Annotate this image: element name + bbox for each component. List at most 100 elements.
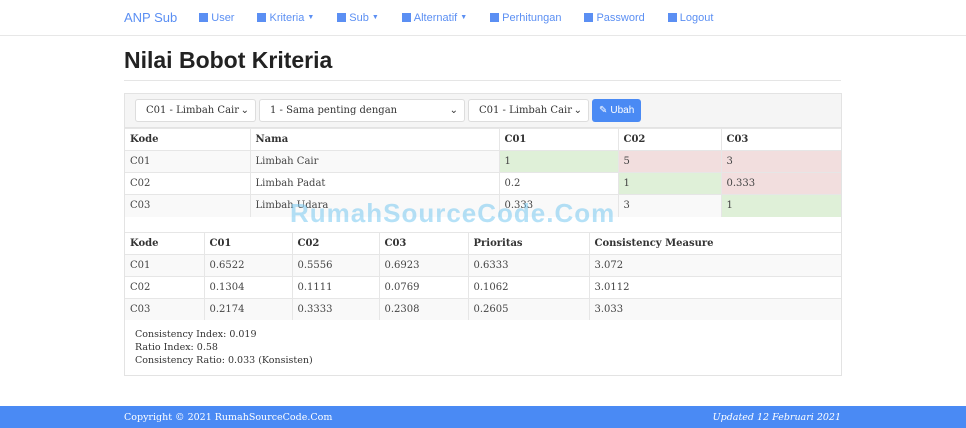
consistency-index: Consistency Index: 0.019	[135, 329, 257, 340]
cell: C02	[125, 275, 204, 298]
normalized-table: Kode C01 C02 C03 Prioritas Consistency M…	[125, 231, 841, 320]
col-header: C02	[617, 128, 721, 151]
cell: 0.1304	[203, 275, 292, 298]
chevron-down-icon: ⌄	[449, 105, 458, 116]
col-header: C01	[498, 128, 618, 151]
col-header: Kode	[125, 128, 250, 151]
table-row: C02 Limbah Padat 0.2 1 0.333	[125, 172, 841, 195]
col-header: C01	[203, 231, 292, 254]
user-icon	[401, 13, 411, 22]
cell: 0.6522	[203, 253, 292, 276]
kriteria2-select[interactable]: C01 - Limbah Cair ⌄	[468, 99, 589, 122]
cell: 5	[617, 150, 721, 173]
chevron-down-icon: ⌄	[240, 105, 249, 116]
cell: 3.072	[588, 253, 841, 276]
nav-label: Alternatif	[413, 11, 458, 24]
copyright: Copyright © 2021 RumahSourceCode.Com	[124, 411, 333, 423]
nav-alternatif[interactable]: Alternatif ▼	[401, 11, 468, 24]
cell: C02	[125, 172, 250, 195]
table-row: C01 0.6522 0.5556 0.6923 0.6333 3.072	[125, 253, 841, 276]
nav-password[interactable]: Password	[584, 11, 645, 24]
cell: C03	[125, 297, 204, 320]
navbar: ANP Sub User Kriteria ▼ Sub ▼ Alternatif ▼ …	[0, 0, 966, 36]
nav-label: Perhitungan	[502, 11, 562, 24]
select-value: C01 - Limbah Cair	[146, 105, 240, 116]
table-row: C03 0.2174 0.3333 0.2308 0.2605 3.033	[125, 297, 841, 320]
lock-icon	[584, 13, 594, 22]
comparison-matrix-table: Kode Nama C01 C02 C03 C01 Limbah Cair 1 5 3 …	[125, 128, 841, 217]
nav-label: User	[211, 11, 235, 24]
criteria-panel: C01 - Limbah Cair ⌄ 1 - Sama penting deng…	[124, 93, 842, 376]
cell: 0.6923	[378, 253, 468, 276]
nav-kriteria[interactable]: Kriteria ▼	[257, 12, 314, 24]
cell: 0.2	[498, 172, 618, 195]
cell: 0.1062	[467, 275, 589, 298]
select-value: 1 - Sama penting dengan	[270, 105, 398, 116]
nav-sub[interactable]: Sub ▼	[337, 12, 379, 24]
kriteria1-select[interactable]: C01 - Limbah Cair ⌄	[135, 99, 256, 122]
caret-down-icon: ▼	[460, 14, 468, 21]
cell: 0.1111	[291, 275, 379, 298]
grid-icon	[337, 13, 347, 22]
cell: 0.6333	[467, 253, 589, 276]
nav-perhitungan[interactable]: Perhitungan	[490, 12, 561, 24]
grid-icon	[257, 13, 267, 22]
select-value: C01 - Limbah Cair	[479, 105, 573, 116]
table-row: C02 0.1304 0.1111 0.0769 0.1062 3.0112	[125, 275, 841, 298]
consistency-info: Consistency Index: 0.019 Ratio Index: 0.…	[125, 320, 841, 367]
ubah-button[interactable]: ✎ Ubah	[592, 99, 642, 122]
cell: 0.333	[720, 172, 841, 195]
col-header: C03	[720, 128, 841, 151]
cell: C03	[125, 194, 250, 217]
col-header: C02	[291, 231, 379, 254]
nav-label: Sub	[349, 11, 369, 24]
cell: 0.5556	[291, 253, 379, 276]
brand-link[interactable]: ANP Sub	[124, 10, 177, 25]
cell: 0.0769	[378, 275, 468, 298]
updated-date: Updated 12 Februari 2021	[712, 411, 841, 423]
cell: Limbah Udara	[249, 194, 499, 217]
cell: 3.0112	[588, 275, 841, 298]
cell: C01	[125, 150, 250, 173]
comparison-form: C01 - Limbah Cair ⌄ 1 - Sama penting deng…	[125, 94, 841, 128]
page-title: Nilai Bobot Kriteria	[124, 47, 333, 73]
cell: 1	[720, 194, 841, 217]
cell: 0.333	[498, 194, 618, 217]
nav-label: Password	[596, 11, 645, 24]
col-header: Nama	[249, 128, 499, 151]
nilai-select[interactable]: 1 - Sama penting dengan ⌄	[259, 99, 465, 122]
col-header: Prioritas	[467, 231, 589, 254]
cell: 0.2174	[203, 297, 292, 320]
footer: Copyright © 2021 RumahSourceCode.Com Upd…	[0, 406, 966, 428]
cell: 1	[498, 150, 618, 173]
col-header: C03	[378, 231, 468, 254]
nav-label: Kriteria	[269, 11, 305, 24]
nav-user[interactable]: User	[199, 12, 234, 24]
button-label: Ubah	[610, 105, 635, 116]
nav-label: Logout	[679, 11, 714, 24]
logout-icon	[667, 13, 677, 22]
calendar-icon	[490, 13, 500, 22]
cell: 3	[617, 194, 721, 217]
cell: Limbah Padat	[249, 172, 499, 195]
cell: 1	[617, 172, 721, 195]
cell: Limbah Cair	[249, 150, 499, 173]
caret-down-icon: ▼	[371, 14, 379, 21]
table-row: C03 Limbah Udara 0.333 3 1	[125, 194, 841, 217]
table-row: C01 Limbah Cair 1 5 3	[125, 150, 841, 173]
cell: C01	[125, 253, 204, 276]
cell: 3.033	[588, 297, 841, 320]
ratio-index: Ratio Index: 0.58	[135, 342, 218, 353]
nav-logout[interactable]: Logout	[667, 11, 714, 24]
caret-down-icon: ▼	[307, 14, 315, 21]
col-header: Kode	[125, 231, 204, 254]
consistency-ratio: Consistency Ratio: 0.033 (Konsisten)	[135, 355, 313, 366]
edit-icon: ✎	[599, 105, 608, 116]
cell: 0.3333	[291, 297, 379, 320]
cell: 0.2308	[378, 297, 468, 320]
divider	[124, 80, 841, 81]
cell: 3	[720, 150, 841, 173]
cell: 0.2605	[467, 297, 589, 320]
user-icon	[199, 13, 209, 22]
col-header: Consistency Measure	[588, 231, 841, 254]
